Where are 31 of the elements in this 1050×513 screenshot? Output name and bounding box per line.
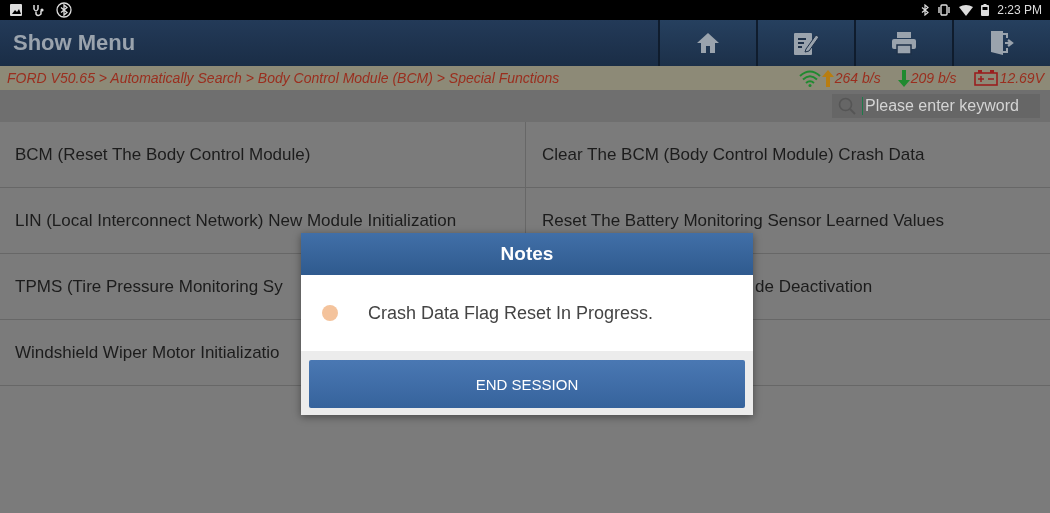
dialog-title: Notes	[301, 233, 753, 275]
breadcrumb-path: FORD V50.65 > Automatically Search > Body Control Module (BCM) > Special Functions	[7, 70, 560, 86]
exit-button[interactable]	[952, 20, 1050, 66]
wifi-icon	[798, 69, 821, 87]
download-rate: 209 b/s	[910, 70, 957, 86]
exit-icon	[989, 30, 1015, 56]
search-field[interactable]: Please enter keyword	[832, 94, 1040, 118]
home-button[interactable]	[658, 20, 756, 66]
bluetooth-icon	[921, 4, 930, 16]
battery-icon	[973, 70, 998, 86]
end-session-button[interactable]: END SESSION	[309, 360, 745, 408]
stethoscope-icon	[32, 3, 46, 17]
battery-icon	[981, 4, 990, 16]
printer-icon	[891, 31, 917, 55]
vibrate-icon	[937, 4, 952, 16]
menu-item[interactable]: BCM (Reset The Body Control Module)	[0, 122, 526, 188]
image-icon	[10, 4, 22, 16]
upload-arrow-icon	[821, 69, 834, 87]
menu-item[interactable]: Clear The BCM (Body Control Module) Crash Data	[526, 122, 1050, 188]
upload-rate: 264 b/s	[834, 70, 881, 86]
page-title: Show Menu	[12, 30, 136, 56]
print-button[interactable]	[854, 20, 952, 66]
home-icon	[696, 32, 720, 54]
clock-time: 2:23 PM	[997, 3, 1042, 17]
status-dot	[322, 305, 338, 321]
bluetooth-icon	[56, 2, 72, 18]
battery-voltage: 12.69V	[999, 70, 1044, 86]
download-arrow-icon	[897, 69, 910, 87]
edit-icon	[792, 30, 820, 56]
wifi-icon	[959, 4, 974, 16]
edit-button[interactable]	[756, 20, 854, 66]
